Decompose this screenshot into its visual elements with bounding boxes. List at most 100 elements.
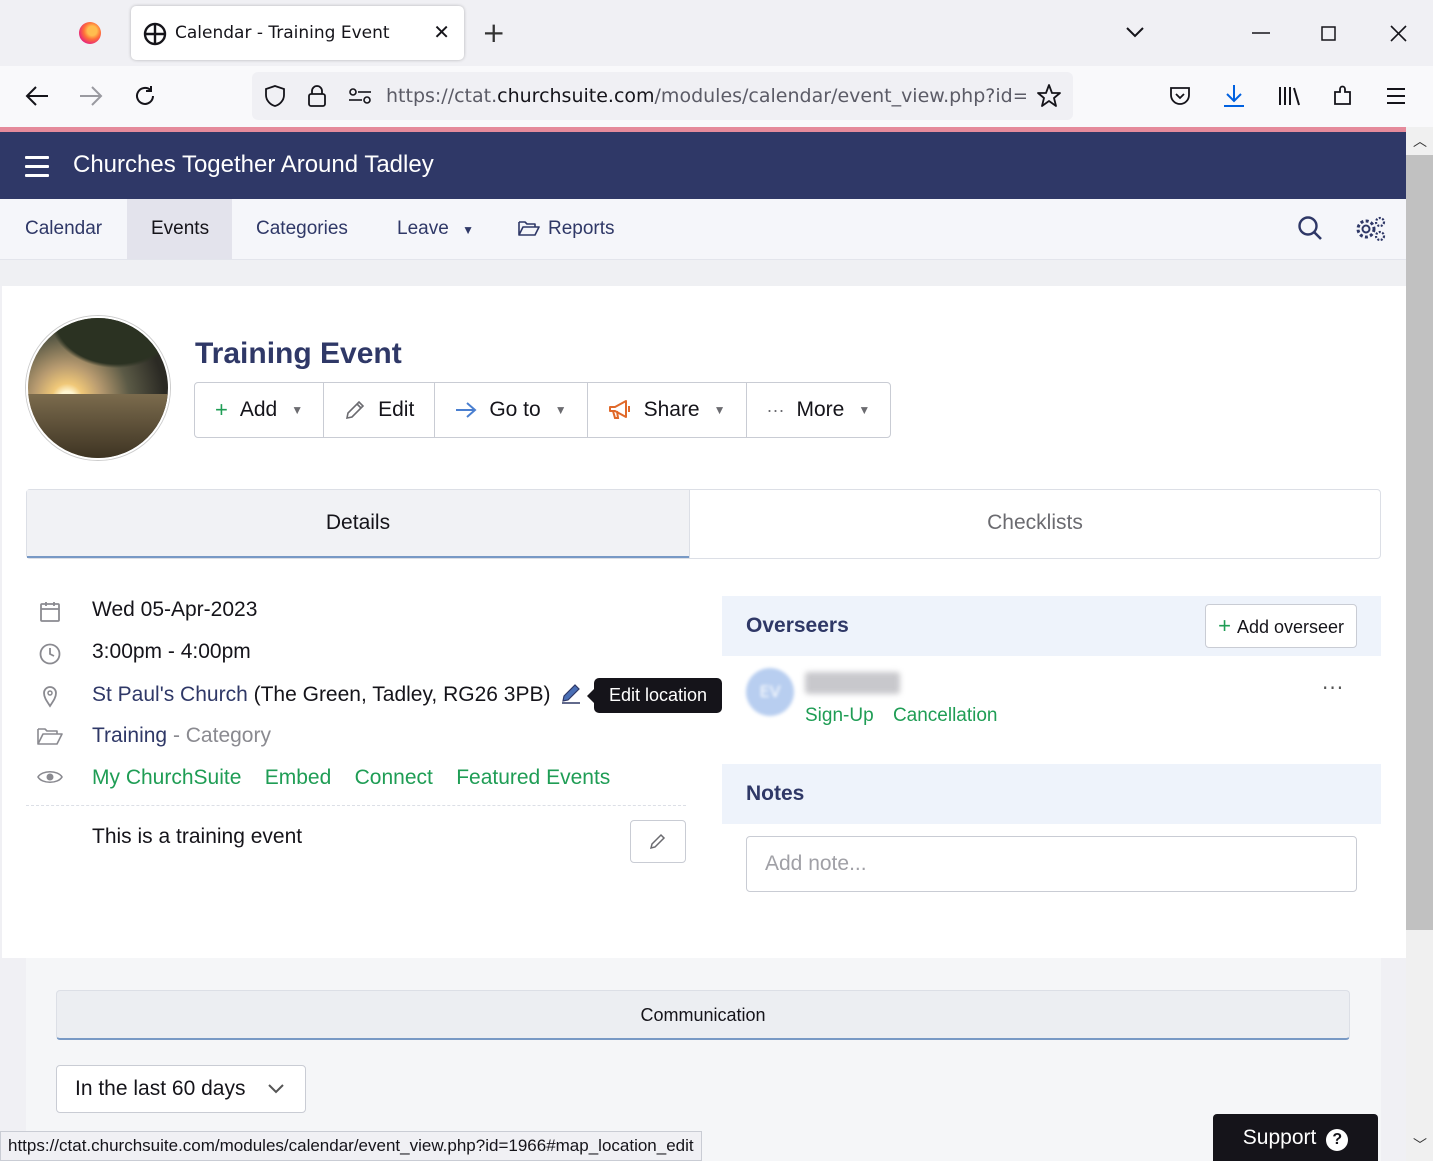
support-button[interactable]: Support ? [1213,1114,1378,1161]
page-scrollbar[interactable]: ︿ ﹀ [1406,127,1433,1161]
more-button[interactable]: ··· More ▼ [747,383,891,437]
caret-down-icon: ▼ [291,403,304,417]
category-suffix: - Category [172,724,271,747]
event-time: 3:00pm - 4:00pm [92,640,251,663]
app-header: Churches Together Around Tadley [0,132,1406,199]
notes-header: Notes [722,764,1381,824]
tab-list-chevron-icon[interactable] [1125,25,1145,39]
add-overseer-label: Add overseer [1236,617,1344,637]
caret-down-icon: ▼ [554,403,567,417]
category-link[interactable]: Training [92,724,167,747]
lock-icon[interactable] [307,84,327,108]
firefox-logo-icon[interactable] [79,22,101,44]
module-subnav: Calendar Events Categories Leave ▼ Repor… [0,199,1406,260]
reload-icon[interactable] [133,84,157,108]
visibility-my-churchsuite[interactable]: My ChurchSuite [92,766,241,789]
goto-label: Go to [489,398,541,421]
shield-icon[interactable] [264,84,286,108]
visibility-connect[interactable]: Connect [355,766,433,789]
support-label: Support [1242,1126,1317,1149]
date-range-select[interactable]: In the last 60 days [56,1065,306,1113]
scroll-down-arrow-icon[interactable]: ﹀ [1413,1135,1427,1155]
communication-tab[interactable]: Communication [56,990,1350,1040]
goto-button[interactable]: Go to ▼ [435,383,588,437]
tab-close-icon[interactable]: ✕ [433,20,450,44]
scrollbar-thumb[interactable] [1406,155,1433,930]
search-icon[interactable] [1297,215,1323,241]
date-range-value: In the last 60 days [75,1077,246,1100]
app-menu-icon[interactable] [1386,87,1406,105]
maximize-icon[interactable] [1321,26,1336,41]
add-button[interactable]: + Add ▼ [195,383,325,437]
page-title: Training Event [195,337,402,370]
caret-down-icon: ▼ [713,403,726,417]
folder-open-icon [518,221,540,236]
share-button[interactable]: Share ▼ [588,383,747,437]
overseers-title: Overseers [746,614,849,637]
overseer-more-icon[interactable]: ··· [1322,676,1344,700]
subnav-reports[interactable]: Reports [494,199,639,259]
url-bar[interactable]: https://ctat.churchsuite.com/modules/cal… [252,72,1073,120]
site-permissions-icon[interactable] [348,88,372,104]
edit-label: Edit [378,398,415,421]
churchsuite-favicon-icon [143,22,167,46]
org-name[interactable]: Churches Together Around Tadley [73,151,434,179]
edit-location-tooltip: Edit location [587,678,722,713]
tab-details[interactable]: Details [27,490,689,558]
cancellation-link[interactable]: Cancellation [893,705,998,726]
subnav-leave[interactable]: Leave ▼ [373,199,498,259]
share-label: Share [643,398,700,421]
location-name-link[interactable]: St Paul's Church [92,683,248,706]
subnav-events[interactable]: Events [127,199,232,259]
settings-gears-icon[interactable] [1354,215,1386,243]
map-pin-icon [43,686,57,708]
window-close-icon[interactable] [1390,25,1407,42]
megaphone-icon [608,400,630,419]
downloads-icon[interactable] [1222,83,1246,109]
hamburger-menu-icon[interactable] [25,156,49,177]
caret-down-icon: ▼ [858,403,871,417]
browser-navbar: https://ctat.churchsuite.com/modules/cal… [0,66,1433,128]
edit-button[interactable]: Edit [324,383,436,437]
visibility-featured-events[interactable]: Featured Events [456,766,610,789]
more-label: More [796,398,845,421]
event-tabs: Details Checklists [26,489,1381,559]
browser-tab-active[interactable]: Calendar - Training Event ✕ [131,6,464,60]
subnav-categories[interactable]: Categories [232,199,372,259]
edit-description-button[interactable] [630,820,686,863]
scroll-up-arrow-icon[interactable]: ︿ [1413,131,1427,151]
visibility-links: My ChurchSuite Embed Connect Featured Ev… [92,766,610,790]
forward-arrow-icon[interactable] [78,84,104,108]
minimize-icon[interactable] [1252,32,1270,34]
browser-tabbar: Calendar - Training Event ✕ + [0,0,1433,66]
event-image[interactable] [26,316,170,460]
bookmark-star-icon[interactable] [1036,83,1062,109]
arrow-right-icon [456,402,477,418]
url-text[interactable]: https://ctat.churchsuite.com/modules/cal… [386,85,1026,107]
library-icon[interactable] [1277,85,1301,107]
signup-link[interactable]: Sign-Up [805,705,874,726]
eye-icon [37,770,63,784]
subnav-calendar[interactable]: Calendar [1,199,126,259]
browser-status-url: https://ctat.churchsuite.com/modules/cal… [0,1131,702,1161]
tab-title: Calendar - Training Event [175,23,390,43]
new-tab-button[interactable]: + [482,17,505,49]
event-actions-toolbar: + Add ▼ Edit Go to ▼ Share ▼ ··· More ▼ [194,382,892,438]
content-gap [0,260,1406,286]
chevron-down-icon [268,1084,284,1094]
clock-icon [39,643,61,665]
extensions-icon[interactable] [1331,84,1355,108]
back-arrow-icon[interactable] [24,84,50,108]
event-description: This is a training event [92,825,303,848]
caret-down-icon: ▼ [462,223,474,237]
add-note-input[interactable] [746,836,1357,892]
pocket-icon[interactable] [1168,85,1192,107]
add-overseer-button[interactable]: + Add overseer [1205,604,1357,648]
url-prefix: https://ctat. [386,85,498,107]
plus-icon: + [215,397,228,422]
edit-location-pencil-icon[interactable] [560,682,582,704]
tab-checklists[interactable]: Checklists [689,490,1380,558]
avatar[interactable]: EV [746,668,794,716]
visibility-embed[interactable]: Embed [265,766,332,789]
url-host: churchsuite.com [497,85,655,107]
